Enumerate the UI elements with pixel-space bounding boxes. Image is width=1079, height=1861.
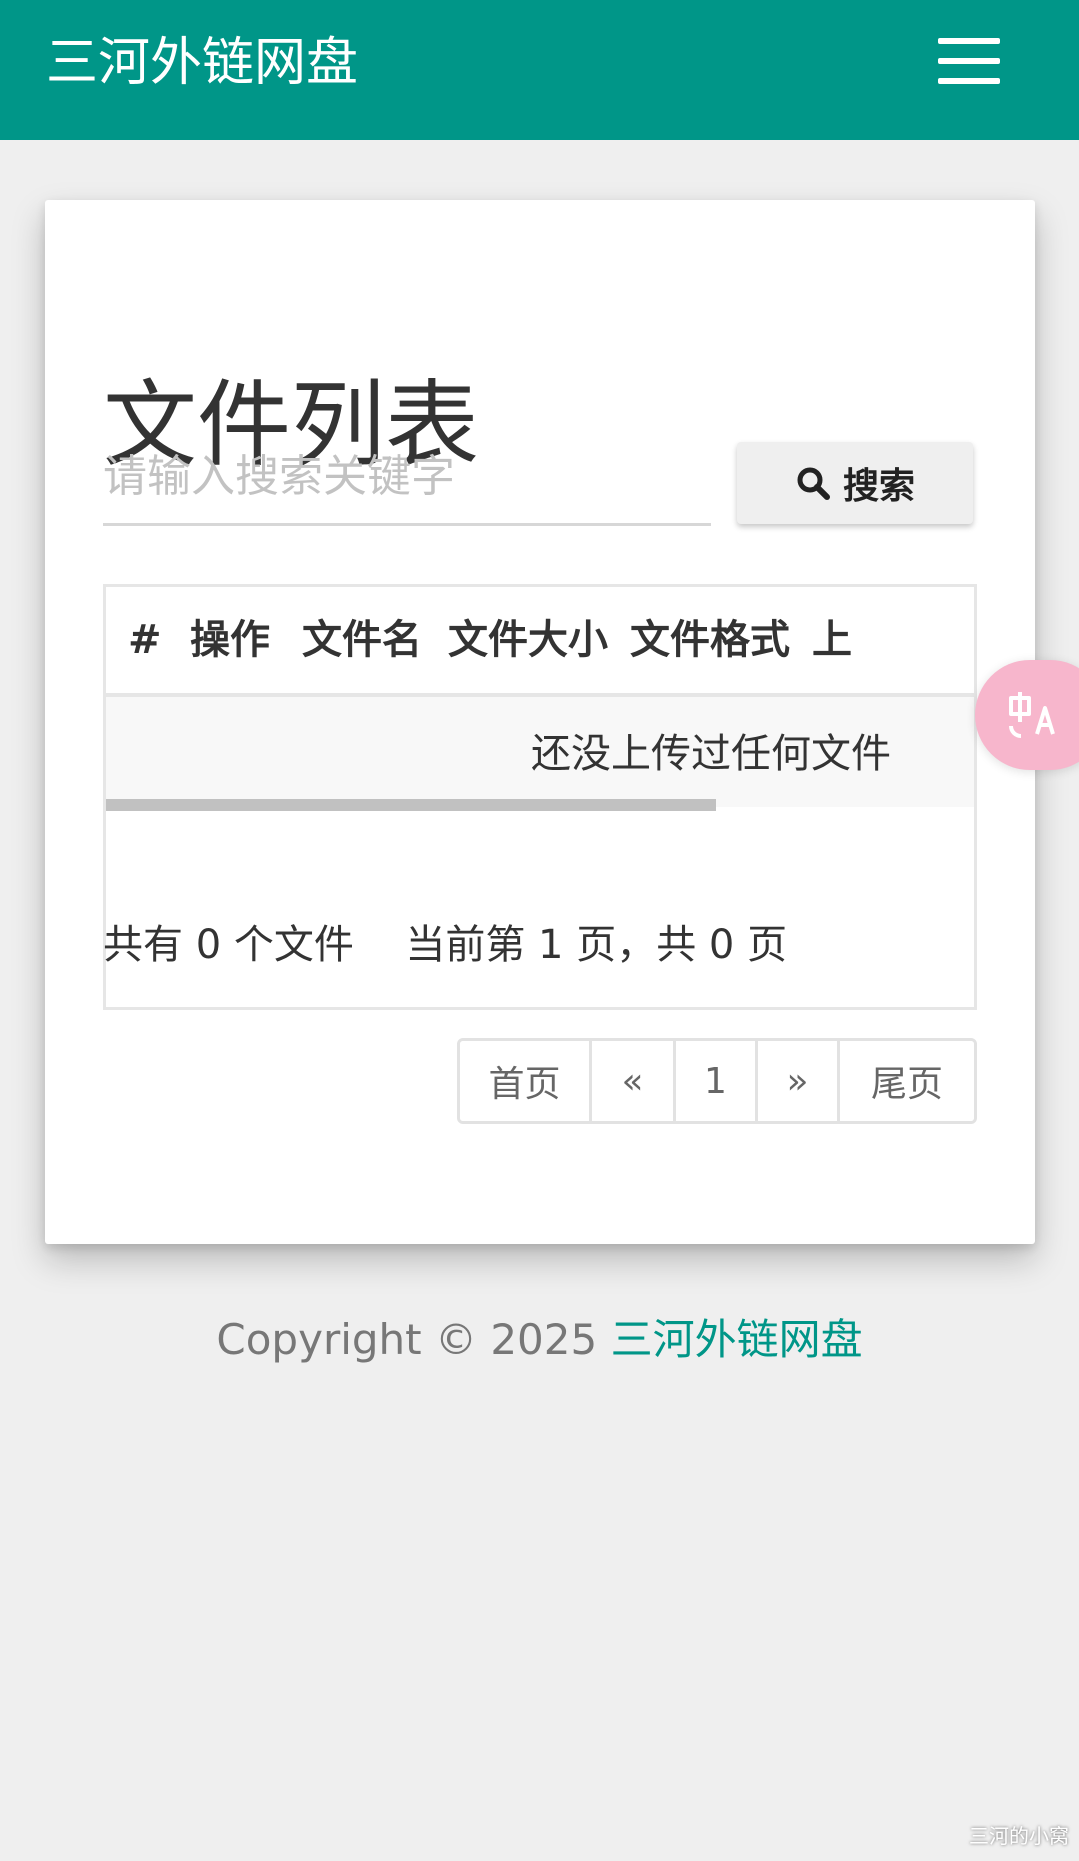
- first-page-button[interactable]: 首页: [460, 1041, 592, 1121]
- column-header-index: #: [128, 617, 162, 663]
- column-header-format: 文件格式: [630, 617, 790, 663]
- hamburger-icon: [938, 38, 1000, 44]
- last-page-button[interactable]: 尾页: [840, 1041, 974, 1121]
- brand-title[interactable]: 三河外链网盘: [46, 28, 358, 98]
- search-input[interactable]: [103, 430, 711, 526]
- file-list-card: 文件列表 搜索 # 操作 文件名 文件大小 文件格式 上 还没上传过任何文件 共…: [45, 200, 1035, 1244]
- column-header-actions: 操作: [190, 617, 270, 663]
- column-header-upload: 上: [812, 617, 852, 663]
- hamburger-icon: [938, 58, 1000, 64]
- table-header: # 操作 文件名 文件大小 文件格式 上: [106, 587, 974, 697]
- page-number-button[interactable]: 1: [676, 1041, 758, 1121]
- top-navbar: 三河外链网盘: [0, 0, 1079, 140]
- column-header-filename: 文件名: [302, 617, 422, 663]
- horizontal-scrollbar[interactable]: [106, 799, 716, 811]
- watermark-text: 三河的小窝: [969, 1824, 1069, 1848]
- total-files-text: 共有 0 个文件: [103, 922, 354, 968]
- pagination: 首页 « 1 » 尾页: [457, 1038, 977, 1124]
- copyright-text: Copyright © 2025: [216, 1315, 598, 1364]
- column-header-filesize: 文件大小: [448, 617, 608, 663]
- page-info-text: 当前第 1 页，共 0 页: [405, 922, 788, 968]
- hamburger-icon: [938, 78, 1000, 84]
- prev-page-button[interactable]: «: [592, 1041, 676, 1121]
- empty-message: 还没上传过任何文件: [531, 731, 891, 777]
- hamburger-menu-button[interactable]: [934, 36, 1004, 86]
- footer-copyright: Copyright © 2025 三河外链网盘: [0, 1306, 1079, 1367]
- search-button[interactable]: 搜索: [737, 442, 973, 524]
- footer-site-link[interactable]: 三河外链网盘: [611, 1315, 863, 1364]
- next-page-button[interactable]: »: [758, 1041, 840, 1121]
- file-summary: 共有 0 个文件 当前第 1 页，共 0 页: [103, 912, 787, 970]
- translate-icon: [1009, 692, 1055, 738]
- table-row: 还没上传过任何文件: [106, 697, 974, 807]
- translate-button[interactable]: [975, 660, 1079, 770]
- search-icon: [797, 467, 830, 500]
- search-button-label: 搜索: [842, 466, 915, 507]
